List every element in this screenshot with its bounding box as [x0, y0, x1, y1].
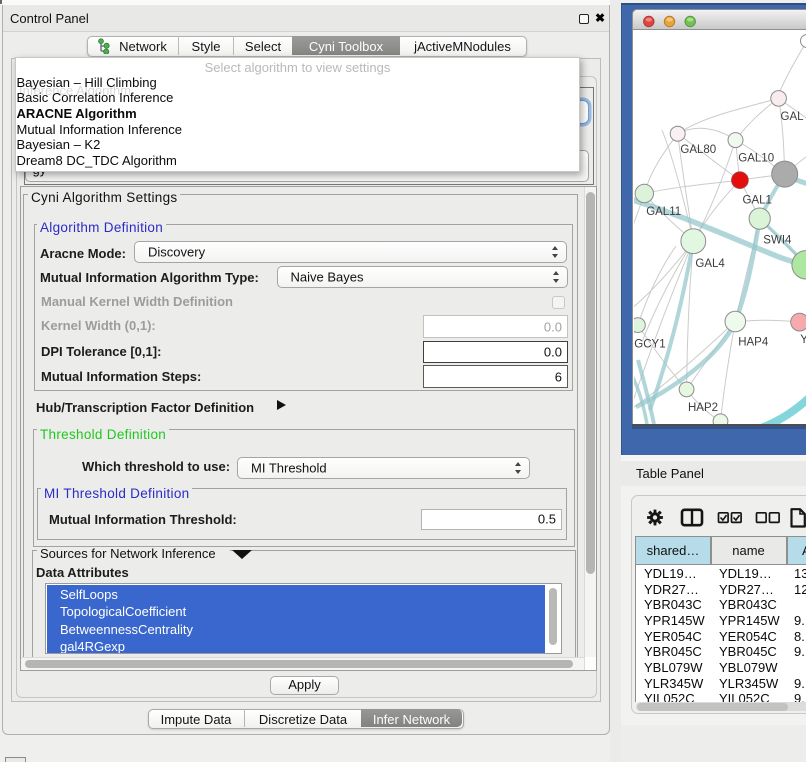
- svg-text:HAP2: HAP2: [688, 402, 718, 414]
- svg-text:GAL4: GAL4: [695, 258, 725, 270]
- svg-text:GAL80: GAL80: [680, 144, 716, 156]
- svg-text:GAL: GAL: [781, 111, 805, 123]
- svg-text:Y: Y: [800, 334, 806, 346]
- svg-text:GCY1: GCY1: [634, 339, 665, 351]
- svg-text:GAL10: GAL10: [738, 153, 774, 165]
- svg-text:SWI4: SWI4: [763, 234, 792, 246]
- svg-text:HAP4: HAP4: [738, 337, 769, 349]
- svg-text:GAL11: GAL11: [646, 206, 681, 218]
- svg-text:GAL1: GAL1: [743, 195, 772, 207]
